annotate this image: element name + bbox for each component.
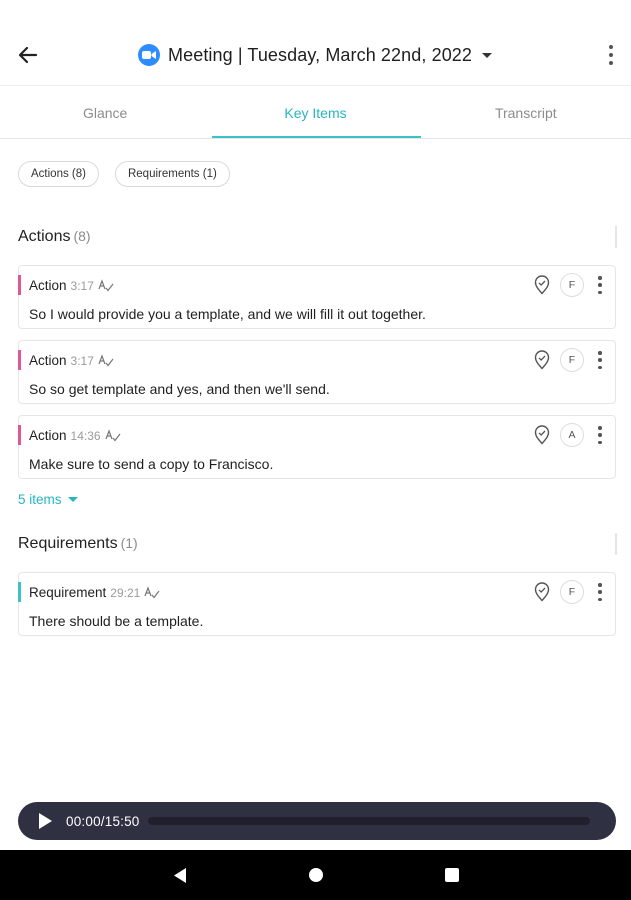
timestamp-link[interactable]: 3:17	[71, 354, 94, 368]
assignee-avatar[interactable]: F	[560, 273, 584, 297]
location-pin-icon	[534, 275, 550, 295]
tab-bar: Glance Key Items Transcript	[0, 87, 631, 139]
actions-section-header: Actions (8)	[18, 228, 91, 246]
app-bar: Meeting | Tuesday, March 22nd, 2022	[0, 0, 631, 86]
chevron-down-icon	[482, 52, 493, 58]
assignee-avatar[interactable]: F	[560, 580, 584, 604]
audio-player: 00:00/15:50	[18, 802, 616, 840]
item-text: So so get template and yes, and then we'…	[29, 381, 330, 397]
location-pin-icon	[534, 350, 550, 370]
action-marker	[18, 425, 21, 445]
divider	[615, 226, 617, 248]
more-vertical-icon	[598, 276, 602, 280]
item-type-label: Action	[29, 428, 67, 443]
location-pin-button[interactable]	[533, 275, 551, 295]
play-icon	[39, 813, 52, 829]
arrow-left-icon	[18, 46, 38, 64]
section-title: Requirements	[18, 535, 118, 552]
nav-recents-button[interactable]	[445, 868, 459, 882]
item-text: Make sure to send a copy to Francisco.	[29, 456, 274, 472]
filter-chip-actions[interactable]: Actions (8)	[18, 161, 99, 187]
action-card[interactable]: Action 3:17 So so get template and yes, a…	[18, 340, 616, 404]
location-pin-icon	[534, 582, 550, 602]
playback-time: 00:00/15:50	[66, 813, 140, 829]
page-title: Meeting | Tuesday, March 22nd, 2022	[168, 44, 473, 65]
more-vertical-icon	[598, 583, 602, 587]
assignee-avatar[interactable]: A	[560, 423, 584, 447]
spellcheck-icon	[105, 429, 121, 442]
timestamp-link[interactable]: 14:36	[71, 429, 101, 443]
system-nav-bar	[0, 850, 631, 900]
item-type-label: Action	[29, 353, 67, 368]
assignee-avatar[interactable]: F	[560, 348, 584, 372]
item-type-label: Action	[29, 278, 67, 293]
location-pin-button[interactable]	[533, 425, 551, 445]
card-more-button[interactable]	[596, 350, 604, 370]
card-more-button[interactable]	[596, 425, 604, 445]
show-more-items-button[interactable]: 5 items	[18, 492, 78, 507]
back-button[interactable]	[14, 41, 42, 69]
action-card[interactable]: Action 14:36 Make sure to send a copy to …	[18, 415, 616, 479]
nav-back-button[interactable]	[172, 867, 188, 889]
spellcheck-icon	[144, 586, 160, 599]
more-items-label: 5 items	[18, 492, 62, 507]
nav-home-button[interactable]	[309, 868, 323, 882]
playback-progress-slider[interactable]	[147, 817, 590, 825]
more-options-button[interactable]	[603, 42, 619, 68]
requirement-marker	[18, 582, 21, 602]
section-count: (8)	[73, 228, 91, 244]
tab-key-items[interactable]: Key Items	[210, 87, 421, 139]
timestamp-link[interactable]: 3:17	[71, 279, 94, 293]
item-type-label: Requirement	[29, 585, 107, 600]
play-button[interactable]	[36, 811, 54, 831]
item-text: There should be a template.	[29, 613, 204, 629]
item-text: So I would provide you a template, and w…	[29, 306, 426, 322]
more-vertical-icon	[598, 351, 602, 355]
location-pin-button[interactable]	[533, 350, 551, 370]
triangle-back-icon	[174, 868, 186, 883]
spellcheck-icon	[98, 354, 114, 367]
meeting-title-dropdown[interactable]: Meeting | Tuesday, March 22nd, 2022	[138, 40, 493, 70]
action-marker	[18, 275, 21, 295]
tab-glance[interactable]: Glance	[0, 87, 210, 139]
action-marker	[18, 350, 21, 370]
requirements-section-header: Requirements (1)	[18, 535, 138, 553]
more-vertical-icon	[598, 426, 602, 430]
divider	[615, 533, 617, 555]
spellcheck-icon	[98, 279, 114, 292]
section-count: (1)	[120, 535, 138, 551]
zoom-camera-icon	[138, 44, 160, 66]
requirement-card[interactable]: Requirement 29:21 There should be a templ…	[18, 572, 616, 636]
more-vertical-icon	[609, 45, 613, 49]
chevron-down-icon	[67, 497, 78, 502]
location-pin-icon	[534, 425, 550, 445]
action-card[interactable]: Action 3:17 So I would provide you a temp…	[18, 265, 616, 329]
timestamp-link[interactable]: 29:21	[110, 586, 140, 600]
filter-chips: Actions (8) Requirements (1)	[18, 161, 230, 187]
card-more-button[interactable]	[596, 582, 604, 602]
location-pin-button[interactable]	[533, 582, 551, 602]
filter-chip-requirements[interactable]: Requirements (1)	[114, 161, 230, 187]
tab-transcript[interactable]: Transcript	[421, 87, 631, 139]
section-title: Actions	[18, 228, 71, 245]
card-more-button[interactable]	[596, 275, 604, 295]
